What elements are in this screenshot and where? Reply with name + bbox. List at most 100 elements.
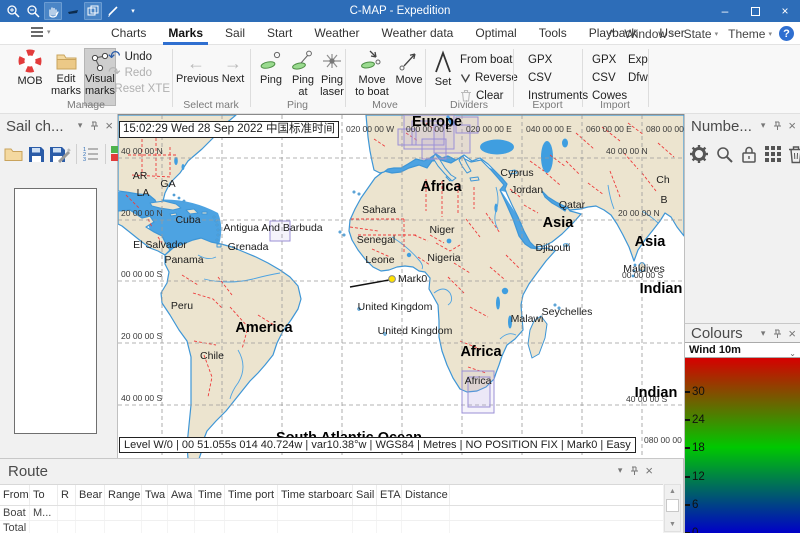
set-divider-button[interactable]: Set bbox=[430, 48, 456, 89]
route-col-time-starboard[interactable]: Time starboard bbox=[278, 485, 353, 505]
route-cell bbox=[278, 506, 353, 520]
save-edit-icon[interactable] bbox=[49, 145, 71, 164]
tab-tools[interactable]: Tools bbox=[528, 22, 578, 45]
sail-chart-listbox[interactable] bbox=[14, 188, 97, 434]
collapse-ribbon-icon[interactable]: ^ bbox=[606, 27, 618, 41]
move-button[interactable]: Move bbox=[394, 48, 424, 87]
panel-dropdown-icon[interactable]: ▾ bbox=[761, 328, 766, 339]
panel-pin-icon[interactable] bbox=[772, 121, 781, 131]
move-to-boat-button[interactable]: Move to boat bbox=[351, 48, 393, 98]
list-icon[interactable]: 123 bbox=[82, 145, 100, 163]
map-label: Jordan bbox=[511, 184, 543, 196]
panel-close-icon[interactable]: × bbox=[788, 329, 796, 339]
colour-scale-tick: 0 bbox=[685, 526, 698, 533]
route-row[interactable]: BoatM... bbox=[0, 506, 663, 521]
reset-xte-button[interactable]: Reset XTE bbox=[108, 81, 170, 97]
tab-sail[interactable]: Sail bbox=[214, 22, 256, 45]
route-cell bbox=[377, 506, 402, 520]
menu-theme[interactable]: Theme▾ bbox=[725, 27, 775, 41]
panel-close-icon[interactable]: × bbox=[645, 466, 653, 476]
undo-button[interactable]: ↶Undo bbox=[108, 49, 170, 65]
route-col-sail[interactable]: Sail bbox=[353, 485, 377, 505]
previous-mark-button[interactable]: ← Previous bbox=[176, 53, 216, 86]
export-csv-button[interactable]: CSV bbox=[528, 70, 588, 85]
panel-pin-icon[interactable] bbox=[89, 121, 98, 131]
colour-layer-select[interactable]: Wind 10m ⌄ bbox=[685, 342, 800, 358]
import-exp-button[interactable]: Exp bbox=[628, 52, 648, 67]
route-cell bbox=[105, 506, 142, 520]
scroll-up-icon[interactable]: ▲ bbox=[666, 485, 679, 498]
tab-weather[interactable]: Weather bbox=[303, 22, 370, 45]
tab-weather-data[interactable]: Weather data bbox=[371, 22, 465, 45]
map-label: Maldives bbox=[623, 263, 664, 275]
route-scrollbar[interactable]: ▲ ▼ bbox=[664, 484, 681, 532]
menu-window[interactable]: Window▾ bbox=[621, 27, 676, 41]
tab-charts[interactable]: Charts bbox=[100, 22, 157, 45]
panel-close-icon[interactable]: × bbox=[788, 121, 796, 131]
maximize-button[interactable] bbox=[740, 0, 770, 22]
route-col-awa[interactable]: Awa bbox=[168, 485, 195, 505]
menu-state[interactable]: State▾ bbox=[681, 27, 722, 41]
map-label: Cuba bbox=[175, 214, 200, 226]
route-cell: Total bbox=[0, 521, 30, 533]
route-col-time-port[interactable]: Time port bbox=[225, 485, 278, 505]
group-label-ping: Ping bbox=[250, 99, 345, 111]
set-divider-icon bbox=[430, 48, 456, 76]
ping-laser-button[interactable]: Ping laser bbox=[318, 48, 346, 98]
search-icon[interactable] bbox=[715, 145, 734, 164]
import-csv-button[interactable]: CSV bbox=[592, 70, 627, 85]
edit-marks-button[interactable]: Edit marks bbox=[50, 48, 82, 97]
map-label: Africa bbox=[460, 344, 502, 360]
help-button[interactable]: ? bbox=[779, 26, 794, 41]
panel-dropdown-icon[interactable]: ▾ bbox=[618, 465, 623, 476]
lock-icon[interactable] bbox=[740, 145, 758, 164]
open-chart-icon[interactable] bbox=[4, 145, 24, 163]
tab-start[interactable]: Start bbox=[256, 22, 303, 45]
tab-optimal[interactable]: Optimal bbox=[464, 22, 527, 45]
route-cell bbox=[142, 521, 168, 533]
from-boat-button[interactable]: From boat bbox=[460, 52, 518, 67]
scroll-down-icon[interactable]: ▼ bbox=[666, 518, 679, 531]
next-mark-button[interactable]: → Next bbox=[218, 53, 248, 86]
panel-pin-icon[interactable] bbox=[772, 329, 781, 339]
panel-pin-icon[interactable] bbox=[629, 466, 638, 476]
route-cell bbox=[195, 506, 225, 520]
close-button[interactable]: × bbox=[770, 0, 800, 22]
import-gpx-button[interactable]: GPX bbox=[592, 52, 627, 67]
mob-button[interactable]: MOB bbox=[10, 48, 50, 88]
panel-close-icon[interactable]: × bbox=[105, 121, 113, 131]
export-gpx-button[interactable]: GPX bbox=[528, 52, 588, 67]
route-col-twa[interactable]: Twa bbox=[142, 485, 168, 505]
scroll-thumb[interactable] bbox=[666, 499, 679, 512]
map-label: 060 00 00 E bbox=[586, 124, 632, 134]
group-label-import: Import bbox=[582, 99, 648, 111]
save-icon[interactable] bbox=[27, 145, 46, 164]
panel-dropdown-icon[interactable]: ▾ bbox=[78, 120, 83, 131]
route-col-eta[interactable]: ETA bbox=[377, 485, 402, 505]
route-col-distance[interactable]: Distance bbox=[402, 485, 450, 505]
app-menu-button[interactable]: ▾ bbox=[30, 26, 51, 38]
map-label: LA bbox=[137, 187, 150, 199]
grid-icon[interactable] bbox=[764, 145, 782, 163]
settings-gear-icon[interactable] bbox=[689, 144, 709, 164]
route-col-time[interactable]: Time bbox=[195, 485, 225, 505]
route-cell bbox=[58, 521, 76, 533]
delete-trash-icon[interactable] bbox=[788, 145, 800, 164]
redo-button[interactable]: ↷Redo bbox=[108, 65, 170, 81]
tab-marks[interactable]: Marks bbox=[157, 22, 214, 45]
minimize-button[interactable]: – bbox=[710, 0, 740, 22]
chart-map[interactable]: 040 00 00 W020 00 00 W000 00 00 E020 00 … bbox=[118, 114, 684, 458]
ping-at-button[interactable]: Ping at bbox=[288, 48, 318, 98]
route-row[interactable]: Total bbox=[0, 521, 663, 533]
route-col-range[interactable]: Range bbox=[105, 485, 142, 505]
panel-dropdown-icon[interactable]: ▾ bbox=[761, 120, 766, 131]
sail-charts-panel: Sail ch... ▾ × 123 bbox=[0, 114, 118, 458]
reverse-button[interactable]: Reverse bbox=[460, 70, 518, 85]
map-status-bar: Level W/0 | 00 51.055s 014 40.724w | var… bbox=[119, 437, 636, 453]
route-col-bear[interactable]: Bear bbox=[76, 485, 105, 505]
route-col-r[interactable]: R bbox=[58, 485, 76, 505]
import-dfw-button[interactable]: Dfw bbox=[628, 70, 648, 85]
route-col-to[interactable]: To bbox=[30, 485, 58, 505]
ping-button[interactable]: Ping bbox=[256, 48, 286, 87]
route-col-from[interactable]: From bbox=[0, 485, 30, 505]
